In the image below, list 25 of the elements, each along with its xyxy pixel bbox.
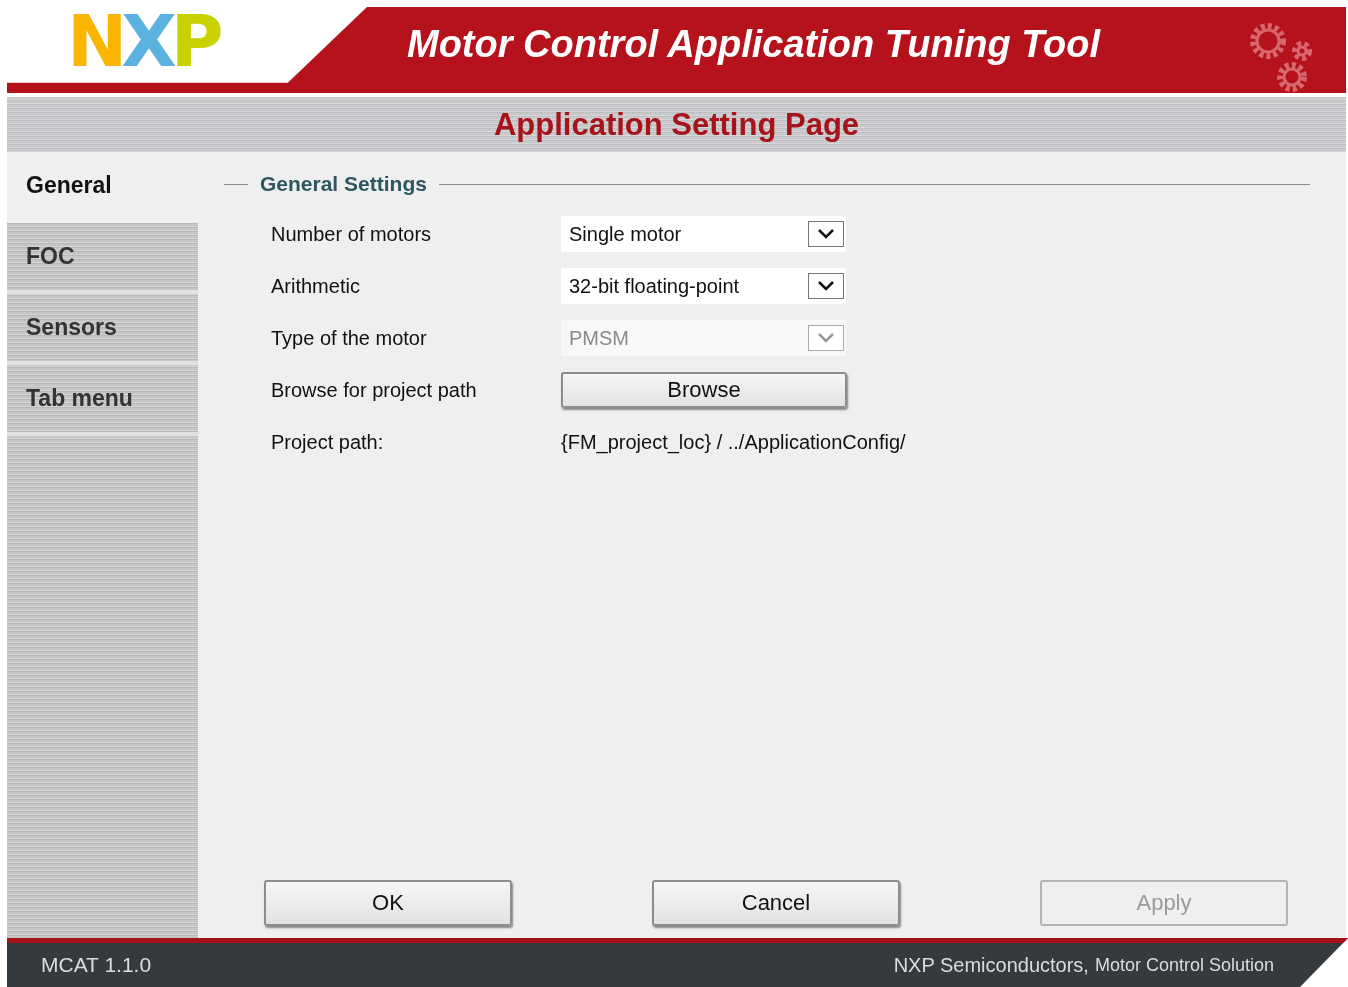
project-path: {FM_project_loc} / ../ApplicationConfig/ [561,430,906,454]
page-title: Application Setting Page [493,106,860,143]
field-label: Arithmetic [271,274,361,298]
logo: NXP [67,7,218,75]
sidebar-tab[interactable]: Tab menu [7,365,198,436]
chevron-down-icon [808,273,844,299]
chevron-down-icon [808,325,844,351]
product-text: Motor Control Solution [1094,954,1274,976]
field-label: Browse for project path [271,378,478,402]
company-text: NXP Semiconductors, [893,953,1089,977]
sidebar-tab[interactable]: Sensors [7,294,198,365]
field-label: Type of the motor [271,326,428,350]
app-title: Motor Control Application Tuning Tool [407,23,1101,66]
field-label: Project path: [271,430,385,454]
browse-button[interactable]: Browse [561,372,847,408]
dropdown[interactable]: 32-bit floating-point [561,268,846,304]
dropdown[interactable]: Single motor [561,216,846,252]
group-title: General Settings [260,172,427,196]
dialog-button[interactable]: Cancel [652,880,900,926]
field-label: Number of motors [271,222,433,246]
version-text: MCAT 1.1.0 [41,953,153,977]
dialog-button[interactable]: OK [264,880,512,926]
sidebar-tab[interactable]: FOC [7,223,198,294]
sidebar-tab[interactable]: General [7,152,198,223]
chevron-down-icon [808,221,844,247]
